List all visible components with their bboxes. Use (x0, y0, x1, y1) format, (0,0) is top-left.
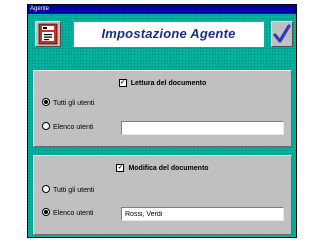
read-checkbox[interactable]: ✓ (118, 79, 127, 87)
checkmark-icon (273, 24, 291, 43)
edit-radio-list-label: Elenco utenti (53, 210, 94, 217)
agent-logo-button[interactable] (35, 21, 61, 47)
read-permission-section: ✓ Lettura del documento Tutti gli utenti … (33, 70, 292, 147)
edit-radio-list[interactable]: Elenco utenti (42, 208, 94, 219)
read-users-input[interactable] (121, 121, 284, 135)
edit-checkbox-label: Modifica del documento (128, 164, 209, 172)
confirm-button[interactable] (271, 21, 293, 47)
read-radio-list-label: Elenco utenti (53, 124, 94, 131)
read-radio-all-button[interactable] (42, 98, 50, 107)
header-panel: Impostazione Agente (73, 21, 264, 47)
edit-permission-section: ✓ Modifica del documento Tutti gli utenti… (33, 155, 292, 235)
document-settings-icon (38, 23, 58, 45)
read-checkbox-row[interactable]: ✓ Lettura del documento (34, 79, 291, 87)
edit-checkbox[interactable]: ✓ (116, 164, 125, 172)
window-titlebar: Agente (28, 5, 296, 14)
page-title: Impostazione Agente (101, 26, 236, 41)
read-radio-all[interactable]: Tutti gli utenti (42, 98, 95, 109)
agent-settings-window: Agente Impostazione Agente ✓ Lettura del … (27, 4, 297, 238)
read-checkbox-label: Lettura del documento (130, 79, 207, 87)
edit-users-input[interactable] (121, 207, 284, 221)
read-radio-all-label: Tutti gli utenti (53, 100, 95, 107)
edit-radio-list-button[interactable] (42, 208, 50, 217)
edit-radio-all-button[interactable] (42, 185, 50, 194)
edit-radio-all-label: Tutti gli utenti (53, 187, 95, 194)
read-radio-list[interactable]: Elenco utenti (42, 122, 94, 133)
edit-checkbox-row[interactable]: ✓ Modifica del documento (34, 164, 291, 172)
edit-radio-all[interactable]: Tutti gli utenti (42, 185, 95, 196)
read-radio-list-button[interactable] (42, 122, 50, 131)
